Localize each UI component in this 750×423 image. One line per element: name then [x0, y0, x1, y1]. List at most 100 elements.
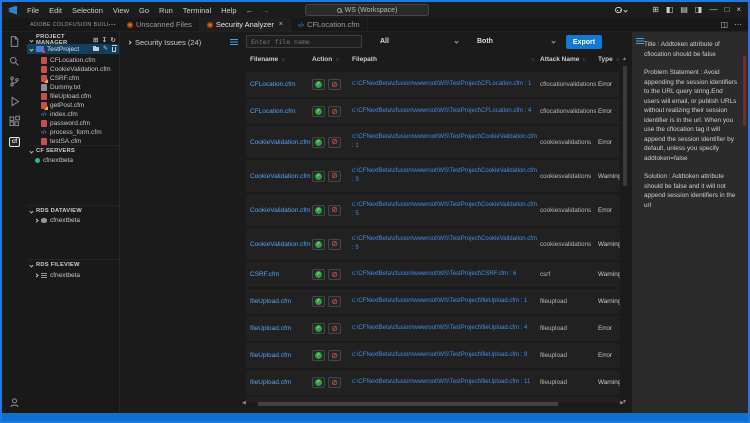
mark-safe-button[interactable]: ✓ — [312, 239, 325, 250]
menu-item[interactable]: Go — [134, 6, 154, 15]
issue-row[interactable]: fileUpload.cfm ✓ ⊘ c:\CFNextBeta\cfusion… — [246, 343, 620, 368]
scroll-left-icon[interactable]: ◀ — [242, 400, 246, 406]
delete-icon[interactable] — [112, 47, 116, 52]
mark-false-positive-button[interactable]: ⊘ — [328, 205, 341, 216]
coldfusion-builder-icon[interactable]: cf — [8, 135, 22, 148]
mark-safe-button[interactable]: ✓ — [312, 137, 325, 148]
tree-item-file[interactable]: CFLocation.cfm — [27, 56, 119, 65]
nav-forward-icon[interactable]: → — [262, 6, 270, 15]
menu-item[interactable]: Terminal — [178, 6, 216, 15]
workspace-search-box[interactable]: WS (Workspace) — [305, 4, 429, 16]
sort-icon[interactable]: ↑↓ — [335, 57, 338, 63]
mark-false-positive-button[interactable]: ⊘ — [328, 171, 341, 182]
scroll-right-icon[interactable]: ▶ — [620, 400, 624, 406]
mark-safe-button[interactable]: ✓ — [312, 377, 325, 388]
column-header-filepath[interactable]: Filepath↑↓ — [352, 56, 540, 63]
issue-row[interactable]: CookieValidation.cfm ✓ ⊘ c:\CFNextBeta\c… — [246, 126, 620, 158]
issue-filename-link[interactable]: CookieValidation.cfm — [250, 172, 312, 181]
issue-row[interactable]: CSRF.cfm ✓ ⊘ c:\CFNextBeta\cfusion\wwwro… — [246, 262, 620, 287]
issue-filename-link[interactable]: CookieValidation.cfm — [250, 240, 312, 249]
tree-item-datasource[interactable]: cfnextbeta — [27, 216, 119, 225]
mark-safe-button[interactable]: ✓ — [312, 205, 325, 216]
mark-safe-button[interactable]: ✓ — [312, 323, 325, 334]
sort-icon[interactable]: ↑↓ — [582, 57, 585, 63]
tree-item-file[interactable]: password.cfm — [27, 119, 119, 128]
menu-item[interactable]: Run — [154, 6, 178, 15]
sidebar-more-actions-icon[interactable]: ⋯ — [108, 20, 120, 29]
details-scrollbar-thumb[interactable] — [743, 56, 746, 126]
issue-filename-link[interactable]: CFLocation.cfm — [250, 80, 312, 89]
edit-icon[interactable]: ✎ — [103, 46, 108, 52]
mark-safe-button[interactable]: ✓ — [312, 106, 325, 117]
mark-false-positive-button[interactable]: ⊘ — [328, 269, 341, 280]
mark-safe-button[interactable]: ✓ — [312, 269, 325, 280]
issue-filepath-link[interactable]: c:\CFNextBeta\cfusion\wwwroot\WS\TestPro… — [352, 201, 540, 219]
mark-false-positive-button[interactable]: ⊘ — [328, 377, 341, 388]
editor-more-actions-icon[interactable]: ⋯ — [734, 20, 742, 29]
tree-item-fileview[interactable]: cfnextbeta — [27, 271, 119, 280]
menu-item[interactable]: Edit — [44, 6, 67, 15]
minimize-button[interactable]: — — [709, 5, 717, 15]
mark-safe-button[interactable]: ✓ — [312, 79, 325, 90]
tree-item-file[interactable]: index.cfm — [27, 110, 119, 119]
mark-false-positive-button[interactable]: ⊘ — [328, 106, 341, 117]
rds-dataview-header[interactable]: RDS DATAVIEW — [27, 205, 119, 216]
issue-filename-link[interactable]: CookieValidation.cfm — [250, 138, 312, 147]
column-header-action[interactable]: Action↑↓ — [312, 56, 352, 63]
issue-filepath-link[interactable]: c:\CFNextBeta\cfusion\wwwroot\WS\TestPro… — [352, 270, 540, 279]
mark-false-positive-button[interactable]: ⊘ — [328, 296, 341, 307]
tree-item-file[interactable]: testSA.cfm — [27, 137, 119, 145]
issue-filepath-link[interactable]: c:\CFNextBeta\cfusion\wwwroot\WS\TestPro… — [352, 378, 540, 387]
issue-filename-link[interactable]: fileUpload.cfm — [250, 351, 312, 360]
menu-item[interactable]: File — [22, 6, 44, 15]
editor-tab[interactable]: Security Analyzer × — [200, 18, 291, 31]
tree-item-file[interactable]: CSRF.cfm — [27, 74, 119, 83]
source-control-icon[interactable] — [8, 75, 22, 88]
issue-filename-link[interactable]: CSRF.cfm — [250, 270, 312, 279]
restore-button[interactable]: □ — [724, 5, 729, 15]
issue-filepath-link[interactable]: c:\CFNextBeta\cfusion\wwwroot\WS\TestPro… — [352, 235, 540, 253]
issue-row[interactable]: fileUpload.cfm ✓ ⊘ c:\CFNextBeta\cfusion… — [246, 289, 620, 314]
export-button[interactable]: Export — [566, 35, 602, 49]
issue-filepath-link[interactable]: c:\CFNextBeta\cfusion\wwwroot\WS\TestPro… — [352, 80, 540, 89]
mark-false-positive-button[interactable]: ⊘ — [328, 79, 341, 90]
copilot-button[interactable] — [615, 7, 627, 13]
run-debug-icon[interactable] — [8, 95, 22, 108]
split-editor-icon[interactable]: ◫ — [720, 20, 728, 29]
issue-row[interactable]: CFLocation.cfm ✓ ⊘ c:\CFNextBeta\cfusion… — [246, 99, 620, 124]
tree-item-file[interactable]: process_form.cfm — [27, 128, 119, 137]
issue-row[interactable]: CFLocation.cfm ✓ ⊘ c:\CFNextBeta\cfusion… — [246, 72, 620, 97]
extensions-icon[interactable] — [8, 115, 22, 128]
issue-filename-link[interactable]: fileUpload.cfm — [250, 297, 312, 306]
tree-item-project[interactable]: TestProject ✎ — [27, 44, 119, 54]
sort-icon[interactable]: ↑↓ — [281, 57, 284, 63]
issue-filepath-link[interactable]: c:\CFNextBeta\cfusion\wwwroot\WS\TestPro… — [352, 107, 540, 116]
mark-safe-button[interactable]: ✓ — [312, 296, 325, 307]
column-header-filename[interactable]: Filename↑↓ — [250, 56, 312, 63]
tree-item-file[interactable]: getPost.cfm — [27, 101, 119, 110]
scope-dropdown[interactable]: Both — [477, 35, 555, 48]
editor-tab[interactable]: CFLocation.cfm × — [291, 18, 368, 31]
table-vertical-scrollbar[interactable]: ▲ ▼ — [621, 56, 629, 407]
issue-row[interactable]: fileUpload.cfm ✓ ⊘ c:\CFNextBeta\cfusion… — [246, 370, 620, 395]
scrollbar-thumb[interactable] — [623, 66, 627, 186]
sort-icon[interactable]: ↑↓ — [531, 57, 540, 63]
cf-servers-header[interactable]: CF SERVERS — [27, 145, 119, 156]
mark-false-positive-button[interactable]: ⊘ — [328, 350, 341, 361]
issue-row[interactable]: fileUpload.cfm ✓ ⊘ c:\CFNextBeta\cfusion… — [246, 316, 620, 341]
menu-toggle-icon[interactable] — [230, 39, 238, 40]
issue-filename-link[interactable]: fileUpload.cfm — [250, 378, 312, 387]
issue-filepath-link[interactable]: c:\CFNextBeta\cfusion\wwwroot\WS\TestPro… — [352, 297, 540, 306]
tab-close-icon[interactable]: × — [279, 21, 283, 28]
details-menu-toggle-icon[interactable] — [636, 38, 644, 39]
rds-fileview-header[interactable]: RDS FILEVIEW — [27, 259, 119, 270]
toggle-panel-icon[interactable]: ▤ — [680, 5, 688, 15]
mark-false-positive-button[interactable]: ⊘ — [328, 137, 341, 148]
menu-item[interactable]: Help — [216, 6, 241, 15]
import-project-icon[interactable]: ↧ — [102, 36, 108, 44]
menu-item[interactable]: View — [108, 6, 134, 15]
refresh-icon[interactable]: ↻ — [110, 36, 116, 44]
scroll-up-icon[interactable]: ▲ — [622, 56, 627, 62]
customize-layout-icon[interactable]: ⊞ — [652, 5, 659, 15]
issue-filename-link[interactable]: CFLocation.cfm — [250, 107, 312, 116]
